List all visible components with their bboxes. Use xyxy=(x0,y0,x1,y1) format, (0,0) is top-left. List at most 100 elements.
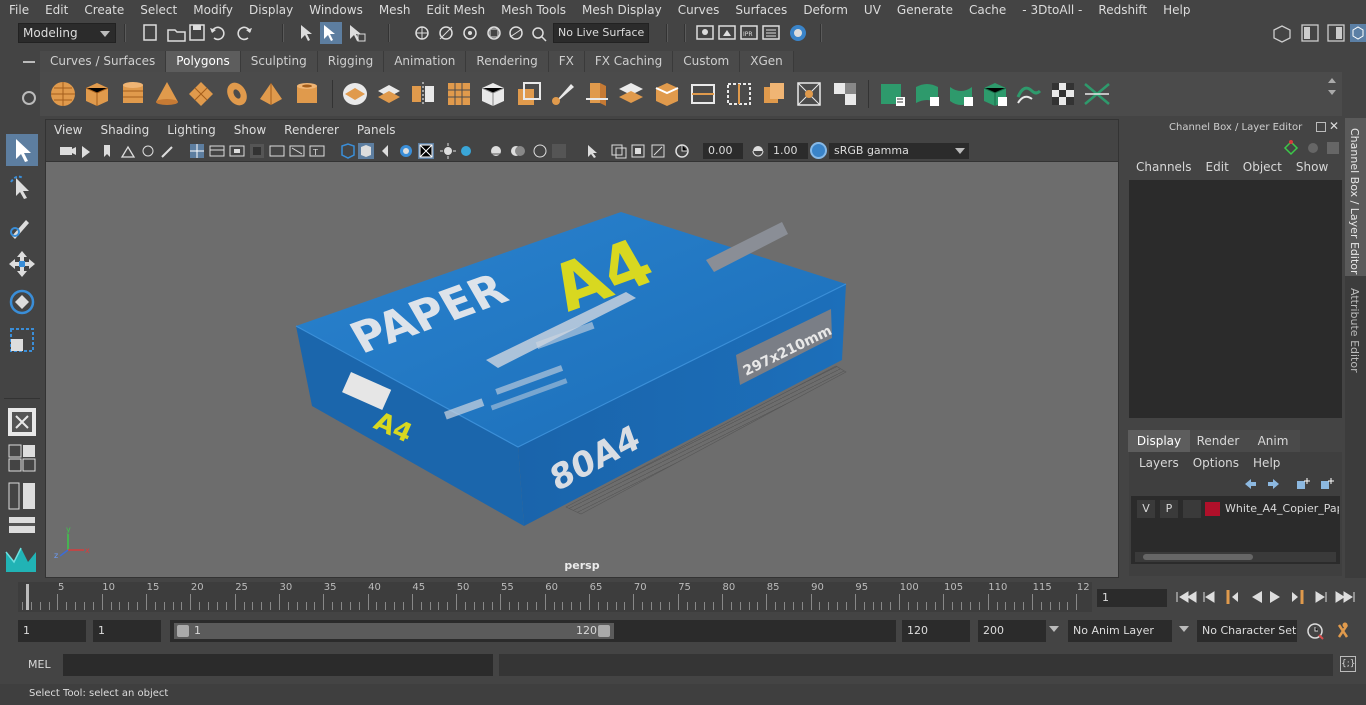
tab-animation[interactable]: Animation xyxy=(384,51,467,72)
panel-tool-icons[interactable]: T xyxy=(56,142,696,160)
shelf-scroll-down-icon[interactable] xyxy=(1328,90,1336,95)
layer-name[interactable]: White_A4_Copier_Paper xyxy=(1225,502,1339,515)
menu-deform[interactable]: Deform xyxy=(794,3,855,17)
poly-cylinder-icon[interactable] xyxy=(118,79,148,109)
separate-icon[interactable] xyxy=(374,79,404,109)
two-view-layout-icon[interactable] xyxy=(8,482,36,510)
gamma-field[interactable]: 1.00 xyxy=(768,143,808,159)
menu-edit[interactable]: Edit xyxy=(36,3,75,17)
merge-icon[interactable] xyxy=(830,79,860,109)
vp-menu-renderer[interactable]: Renderer xyxy=(276,123,349,137)
cb-menu-show[interactable]: Show xyxy=(1292,158,1338,178)
command-input[interactable] xyxy=(63,654,493,676)
range-start-grip[interactable] xyxy=(177,625,189,637)
layer-menu-help[interactable]: Help xyxy=(1253,456,1280,470)
channel-box-mode-icons[interactable] xyxy=(1283,138,1343,156)
menu-mesh-tools[interactable]: Mesh Tools xyxy=(492,3,573,17)
selection-mask-icons[interactable] xyxy=(296,22,376,44)
layer-menu-layers[interactable]: Layers xyxy=(1139,456,1179,470)
poly-plane-icon[interactable] xyxy=(186,79,216,109)
uv-layout-icon[interactable] xyxy=(1082,79,1112,109)
menu-cache[interactable]: Cache xyxy=(960,3,1013,17)
command-language-label[interactable]: MEL xyxy=(28,658,51,671)
poly-sphere-icon[interactable] xyxy=(48,79,78,109)
workspace-icons[interactable] xyxy=(1270,22,1366,44)
vp-menu-shading[interactable]: Shading xyxy=(92,123,159,137)
offset-loop-icon[interactable] xyxy=(758,79,788,109)
poly-pyramid-icon[interactable] xyxy=(256,79,286,109)
color-management-toggle-icon[interactable] xyxy=(810,142,827,159)
gear-icon[interactable] xyxy=(22,91,36,105)
cb-menu-edit[interactable]: Edit xyxy=(1202,158,1239,178)
tab-fx-caching[interactable]: FX Caching xyxy=(584,51,674,72)
snap-icons[interactable] xyxy=(410,22,550,44)
vp-menu-view[interactable]: View xyxy=(46,123,92,137)
sculpt-icon[interactable] xyxy=(548,79,578,109)
close-icon[interactable]: ✕ xyxy=(1329,119,1339,133)
smooth-icon[interactable] xyxy=(444,79,474,109)
shelf-menu-icon[interactable] xyxy=(23,61,35,63)
layer-playback-toggle[interactable]: P xyxy=(1160,500,1178,518)
menu-curves[interactable]: Curves xyxy=(669,3,727,17)
four-view-layout-icon[interactable] xyxy=(8,444,36,472)
range-slider-handle[interactable]: 1 120 xyxy=(174,623,614,639)
layer-color-swatch[interactable] xyxy=(1205,502,1220,516)
menu-redshift[interactable]: Redshift xyxy=(1089,3,1154,17)
exposure-field[interactable]: 0.00 xyxy=(703,143,743,159)
menu-help[interactable]: Help xyxy=(1154,3,1197,17)
perspective-viewport[interactable]: View Shading Lighting Show Renderer Pane… xyxy=(45,119,1119,578)
lasso-tool-icon[interactable] xyxy=(6,172,38,204)
scale-tool-icon[interactable] xyxy=(6,324,38,356)
menu-select[interactable]: Select xyxy=(131,3,184,17)
multi-cut-icon[interactable] xyxy=(688,79,718,109)
poly-pipe-icon[interactable] xyxy=(292,79,322,109)
time-slider[interactable]: 5 10 15 20 25 30 35 40 45 50 55 60 65 70 75 80 85 90 95 100… xyxy=(18,582,1092,612)
current-frame-field[interactable]: 1 xyxy=(1097,589,1167,607)
tab-channel-box[interactable]: Channel Box / Layer Editor xyxy=(1345,118,1366,276)
layer-scrollbar[interactable] xyxy=(1135,552,1336,562)
layer-scrollbar-thumb[interactable] xyxy=(1143,554,1253,560)
extrude-icon[interactable] xyxy=(582,79,612,109)
playback-end-field[interactable]: 120 xyxy=(902,620,970,642)
tab-attribute-editor[interactable]: Attribute Editor xyxy=(1345,280,1366,380)
mode-selector[interactable]: Modeling xyxy=(18,23,116,43)
vp-menu-panels[interactable]: Panels xyxy=(349,123,406,137)
tab-display[interactable]: Display xyxy=(1128,430,1190,452)
single-view-layout-icon[interactable] xyxy=(6,406,38,438)
character-set-select[interactable]: No Character Set xyxy=(1197,620,1297,642)
tab-curves-surfaces[interactable]: Curves / Surfaces xyxy=(40,51,167,72)
uv-unfold-icon[interactable] xyxy=(1014,79,1044,109)
rotate-tool-icon[interactable] xyxy=(6,286,38,318)
channel-list[interactable] xyxy=(1129,180,1342,418)
chevron-down-icon[interactable] xyxy=(1179,626,1189,632)
menu-create[interactable]: Create xyxy=(75,3,131,17)
outliner-layout-icon[interactable] xyxy=(8,516,36,534)
uv-checker-icon[interactable] xyxy=(1048,79,1078,109)
bevel-icon[interactable] xyxy=(652,79,682,109)
tab-custom[interactable]: Custom xyxy=(673,51,741,72)
layer-menu-options[interactable]: Options xyxy=(1193,456,1239,470)
vp-menu-lighting[interactable]: Lighting xyxy=(159,123,226,137)
chevron-down-icon[interactable] xyxy=(1049,626,1059,632)
menu-surfaces[interactable]: Surfaces xyxy=(726,3,794,17)
cb-menu-object[interactable]: Object xyxy=(1239,158,1292,178)
menu-mesh[interactable]: Mesh xyxy=(370,3,418,17)
remesh-icon[interactable] xyxy=(514,79,544,109)
shelf-scroll-up-icon[interactable] xyxy=(1328,78,1336,83)
target-weld-icon[interactable] xyxy=(794,79,824,109)
menu-modify[interactable]: Modify xyxy=(184,3,240,17)
tab-sculpting[interactable]: Sculpting xyxy=(240,51,318,72)
tab-render[interactable]: Render xyxy=(1190,430,1246,452)
menu-uv[interactable]: UV xyxy=(855,3,888,17)
uv-automatic-icon[interactable] xyxy=(980,79,1010,109)
poly-cube-icon[interactable] xyxy=(82,79,112,109)
layer-action-icons[interactable] xyxy=(1241,476,1337,492)
move-tool-icon[interactable] xyxy=(6,248,38,280)
float-panel-icon[interactable] xyxy=(1316,122,1326,132)
tab-xgen[interactable]: XGen xyxy=(740,51,794,72)
range-end-grip[interactable] xyxy=(598,625,610,637)
range-slider-track[interactable]: 1 120 xyxy=(170,620,896,642)
layer-row[interactable]: V P White_A4_Copier_Paper xyxy=(1131,500,1340,518)
anim-layer-select[interactable]: No Anim Layer xyxy=(1068,620,1172,642)
color-space-select[interactable]: sRGB gamma xyxy=(829,143,969,159)
